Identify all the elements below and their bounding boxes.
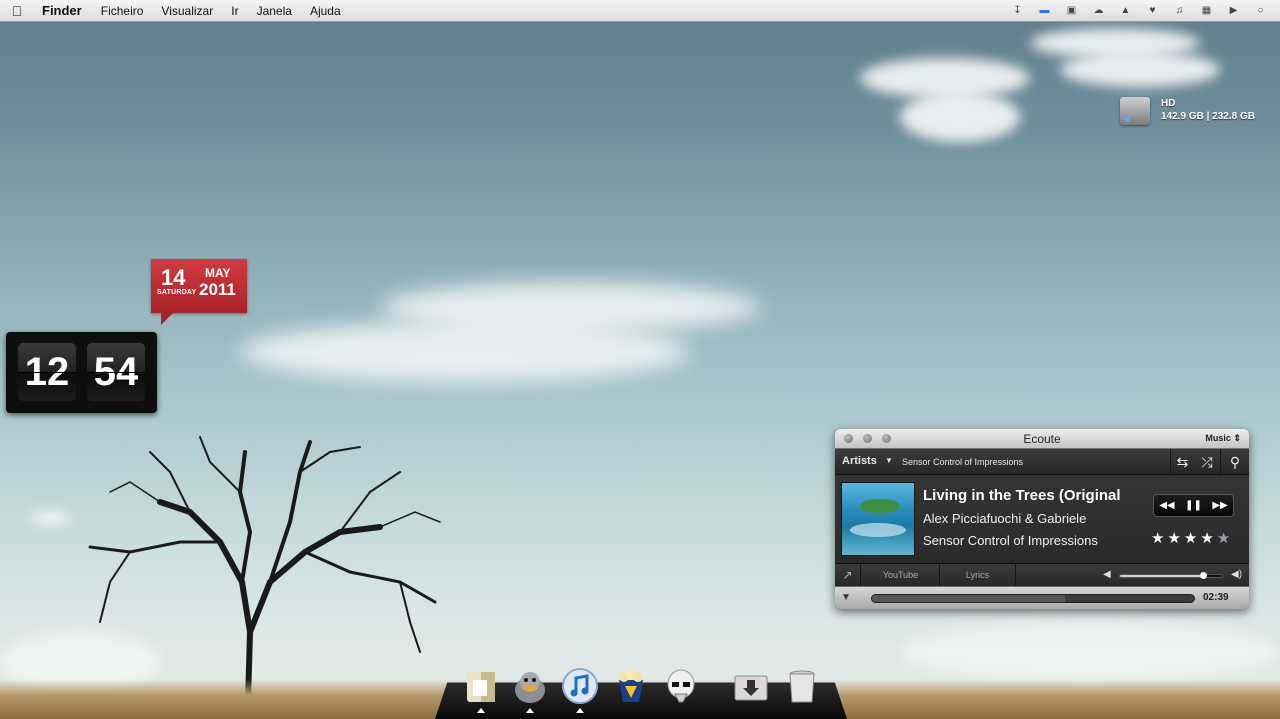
rating-star[interactable]: ★ xyxy=(1184,530,1200,547)
share-icon[interactable]: ↗ xyxy=(835,564,861,587)
cube-icon[interactable]: ▣ xyxy=(1058,3,1085,19)
volume-low-icon[interactable]: ◀ xyxy=(1103,569,1111,580)
window-titlebar[interactable]: Ecoute Music ⇕ xyxy=(835,429,1249,449)
track-title: Living in the Trees (Original xyxy=(923,487,1121,504)
artwork-island-shape xyxy=(860,499,900,513)
ecoute-player-window: Ecoute Music ⇕ Artists ▼ Sensor Control … xyxy=(835,429,1249,609)
volume-slider[interactable] xyxy=(1119,572,1223,579)
next-icon[interactable]: ▶▶ xyxy=(1212,500,1227,511)
finder-icon[interactable] xyxy=(461,666,501,706)
rating-star[interactable]: ★ xyxy=(1217,530,1233,547)
download-icon[interactable]: ↧ xyxy=(1004,3,1031,19)
tree-silhouette xyxy=(88,436,441,702)
running-indicator xyxy=(576,708,584,713)
hat-icon[interactable]: ▲ xyxy=(1112,3,1139,19)
now-playing-panel: Living in the Trees (Original Alex Picci… xyxy=(835,476,1249,562)
volume-fill xyxy=(1120,575,1204,577)
rating-stars[interactable]: ★★★★★ xyxy=(1151,529,1233,547)
hd-widget[interactable]: HD 142.9 GB | 232.8 GB xyxy=(1118,96,1278,128)
flip-clock-widget[interactable]: 12 54 xyxy=(6,332,157,413)
browse-toolbar: Artists ▼ Sensor Control of Impressions … xyxy=(835,449,1249,475)
menu-window[interactable]: Janela xyxy=(257,4,292,18)
rating-star[interactable]: ★ xyxy=(1200,530,1216,547)
repeat-icon[interactable]: ⇆ xyxy=(1170,449,1194,475)
progress-bar-area: ▼ 02:39 xyxy=(835,586,1249,609)
menu-bar:  Finder Ficheiro Visualizar Ir Janela A… xyxy=(0,0,1280,22)
running-indicator xyxy=(477,708,485,713)
calendar-day: 14 xyxy=(161,265,186,290)
calendar-widget[interactable]: 14 SATURDAY MAY 2011 xyxy=(151,259,247,325)
search-icon[interactable]: ⚲ xyxy=(1220,449,1249,475)
volume-icon[interactable]: ▶ xyxy=(1220,3,1247,19)
shuffle-icon[interactable]: ⤮ xyxy=(1194,449,1220,475)
window-title: Ecoute xyxy=(1023,432,1061,446)
cloud-icon[interactable]: ☁ xyxy=(1085,3,1112,19)
spotlight-icon[interactable]: ○ xyxy=(1247,3,1274,19)
stormtrooper-icon[interactable] xyxy=(661,666,701,706)
menu-app-name[interactable]: Finder xyxy=(42,3,82,18)
progress-track[interactable] xyxy=(871,594,1195,603)
popcorn-icon[interactable] xyxy=(611,666,651,706)
album-artwork[interactable] xyxy=(841,482,915,556)
menu-file[interactable]: Ficheiro xyxy=(101,4,144,18)
status-menu-icons: ↧ ▬ ▣ ☁ ▲ ♥ ♫ ▦ ▶ ○ xyxy=(1004,3,1274,19)
previous-icon[interactable]: ◀◀ xyxy=(1159,500,1174,511)
tab-youtube[interactable]: YouTube xyxy=(862,564,940,587)
rating-star[interactable]: ★ xyxy=(1151,530,1167,547)
hd-usage: 142.9 GB | 232.8 GB xyxy=(1161,111,1255,122)
rating-star[interactable]: ★ xyxy=(1167,530,1183,547)
hard-drive-icon xyxy=(1120,97,1150,125)
source-selector[interactable]: Music ⇕ xyxy=(1205,433,1241,444)
selected-album[interactable]: Sensor Control of Impressions xyxy=(902,457,1023,467)
heart-icon[interactable]: ♥ xyxy=(1139,3,1166,19)
calendar-weekday: SATURDAY xyxy=(157,289,197,296)
track-artist: Alex Picciafuochi & Gabriele xyxy=(923,511,1087,526)
music-note-icon[interactable]: ♫ xyxy=(1166,3,1193,19)
volume-knob[interactable] xyxy=(1199,572,1207,579)
collapse-arrow-icon[interactable]: ▼ xyxy=(841,592,851,603)
browse-mode-button[interactable]: Artists xyxy=(842,455,877,467)
volume-high-icon[interactable]: ◀) xyxy=(1231,569,1242,580)
running-indicator xyxy=(526,708,534,713)
transport-controls: ◀◀ ❚❚ ▶▶ xyxy=(1153,494,1234,517)
menu-help[interactable]: Ajuda xyxy=(310,4,341,18)
clock-minute: 54 xyxy=(87,343,145,401)
itunes-icon[interactable] xyxy=(560,666,600,706)
elapsed-time: 02:39 xyxy=(1203,592,1229,603)
source-label: Music xyxy=(1205,433,1231,443)
wallpaper xyxy=(0,22,1280,719)
menu-go[interactable]: Ir xyxy=(231,4,238,18)
artwork-dolphin-shape xyxy=(850,523,906,537)
calendar-month: MAY xyxy=(205,266,231,280)
chat-icon[interactable]: ▬ xyxy=(1031,3,1058,19)
apple-menu-icon[interactable]:  xyxy=(2,3,32,19)
track-album: Sensor Control of Impressions xyxy=(923,533,1098,548)
grid-icon[interactable]: ▦ xyxy=(1193,3,1220,19)
caret-down-icon[interactable]: ▼ xyxy=(885,456,893,465)
hd-name: HD xyxy=(1161,98,1176,109)
calendar-year: 2011 xyxy=(199,280,236,299)
clock-hour: 12 xyxy=(18,343,76,401)
pause-icon[interactable]: ❚❚ xyxy=(1185,500,1202,511)
up-down-arrows-icon: ⇕ xyxy=(1233,433,1241,443)
adium-duck-icon[interactable] xyxy=(510,666,550,706)
progress-fill xyxy=(872,595,1066,602)
tab-lyrics[interactable]: Lyrics xyxy=(940,564,1016,587)
menu-view[interactable]: Visualizar xyxy=(161,4,213,18)
downloads-folder-icon[interactable] xyxy=(731,666,771,706)
trash-icon[interactable] xyxy=(782,666,822,706)
bottom-toolbar: ↗ YouTube Lyrics ◀ ◀) xyxy=(835,563,1249,587)
